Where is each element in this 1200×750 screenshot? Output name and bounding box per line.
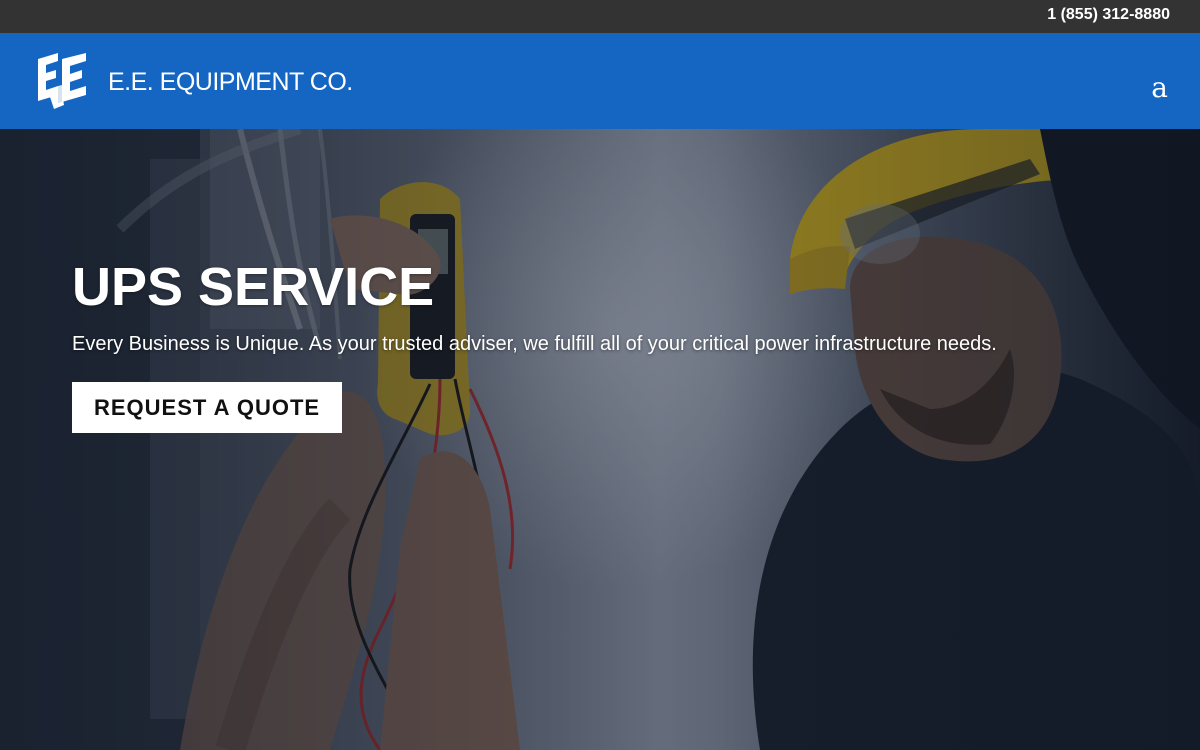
logo-link[interactable]: E.E. EQUIPMENT CO. (36, 53, 353, 111)
logo-text: E.E. EQUIPMENT CO. (108, 68, 353, 96)
main-header: E.E. EQUIPMENT CO. a (0, 33, 1200, 129)
hero-banner: UPS SERVICE Every Business is Unique. As… (0, 129, 1200, 750)
hero-background-image (0, 129, 1200, 750)
hero-title: UPS SERVICE (72, 257, 435, 317)
ee-logo-icon (38, 53, 86, 109)
phone-link[interactable]: 1 (855) 312-8880 (1047, 6, 1170, 24)
hero-subtitle: Every Business is Unique. As your truste… (72, 333, 997, 355)
request-quote-button[interactable]: REQUEST A QUOTE (72, 382, 343, 433)
top-bar: 1 (855) 312-8880 (0, 0, 1200, 33)
menu-toggle-icon[interactable]: a (1151, 73, 1168, 103)
hero-content: UPS SERVICE Every Business is Unique. As… (72, 257, 1152, 433)
